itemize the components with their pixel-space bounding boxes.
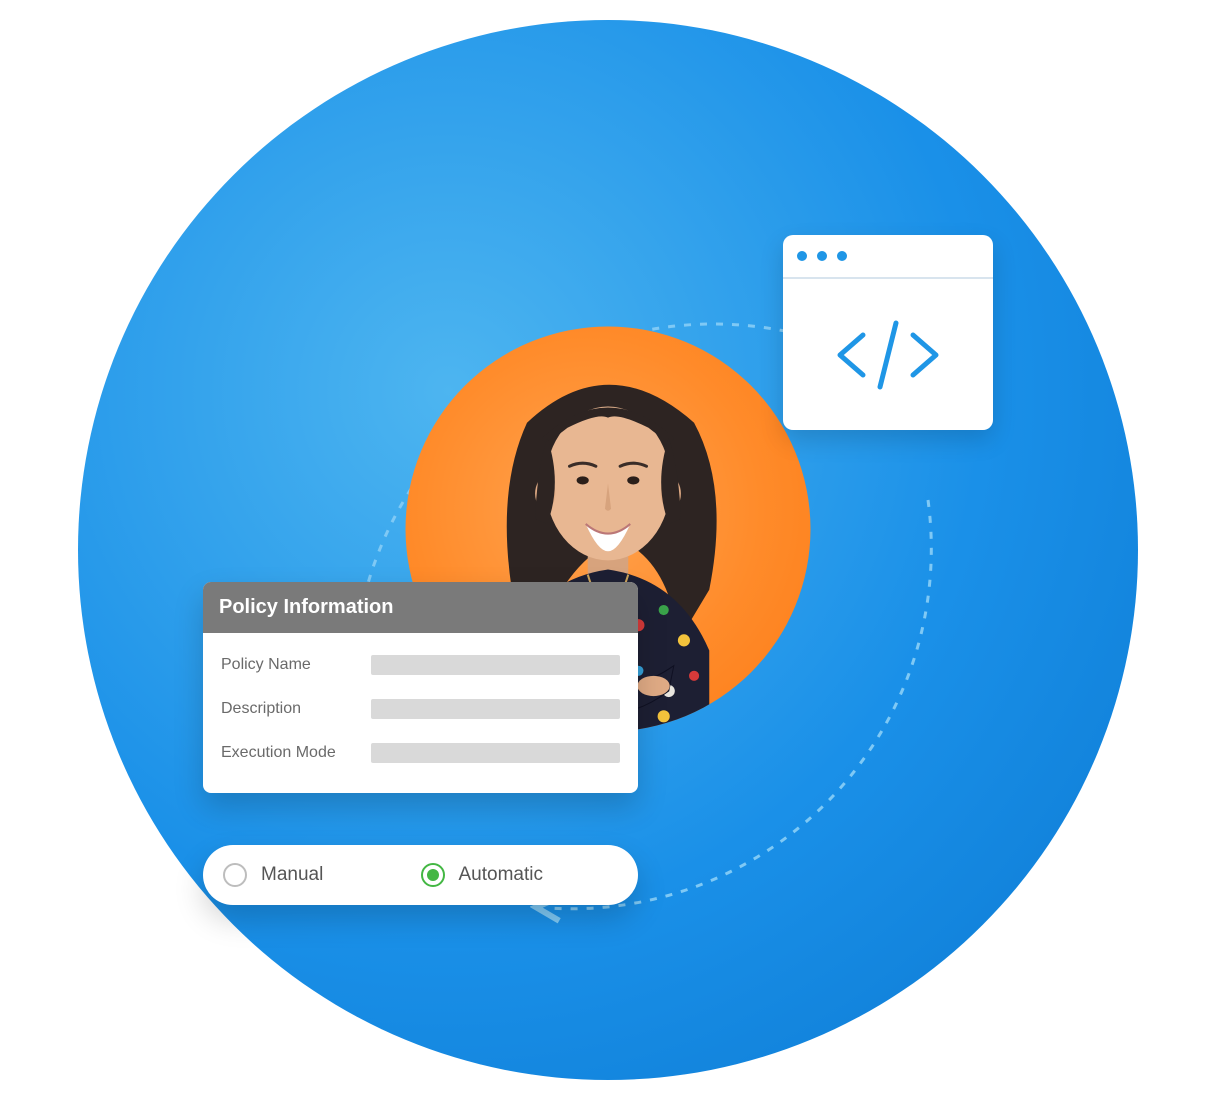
policy-information-card: Policy Information Policy Name Descripti… xyxy=(203,582,638,793)
radio-label: Manual xyxy=(261,864,323,886)
radio-option-manual[interactable]: Manual xyxy=(223,863,421,887)
field-label: Execution Mode xyxy=(221,744,371,762)
window-dot-icon xyxy=(837,251,847,261)
field-row-description: Description xyxy=(221,687,620,731)
policy-card-body: Policy Name Description Execution Mode xyxy=(203,633,638,793)
field-label: Description xyxy=(221,700,371,718)
radio-selected-icon xyxy=(421,863,445,887)
radio-option-automatic[interactable]: Automatic xyxy=(421,863,619,887)
field-label: Policy Name xyxy=(221,656,371,674)
window-dot-icon xyxy=(817,251,827,261)
radio-unselected-icon xyxy=(223,863,247,887)
radio-label: Automatic xyxy=(459,864,543,886)
code-window-chrome xyxy=(783,235,993,279)
description-input[interactable] xyxy=(371,699,620,719)
code-window-body xyxy=(783,279,993,430)
hero-illustration: Policy Information Policy Name Descripti… xyxy=(78,20,1138,1080)
policy-name-input[interactable] xyxy=(371,655,620,675)
window-dot-icon xyxy=(797,251,807,261)
field-row-execution-mode: Execution Mode xyxy=(221,731,620,775)
policy-card-header: Policy Information xyxy=(203,582,638,633)
code-window-card xyxy=(783,235,993,430)
mode-selector: Manual Automatic xyxy=(203,845,638,905)
field-row-policy-name: Policy Name xyxy=(221,643,620,687)
execution-mode-input[interactable] xyxy=(371,743,620,763)
code-icon xyxy=(828,315,948,395)
